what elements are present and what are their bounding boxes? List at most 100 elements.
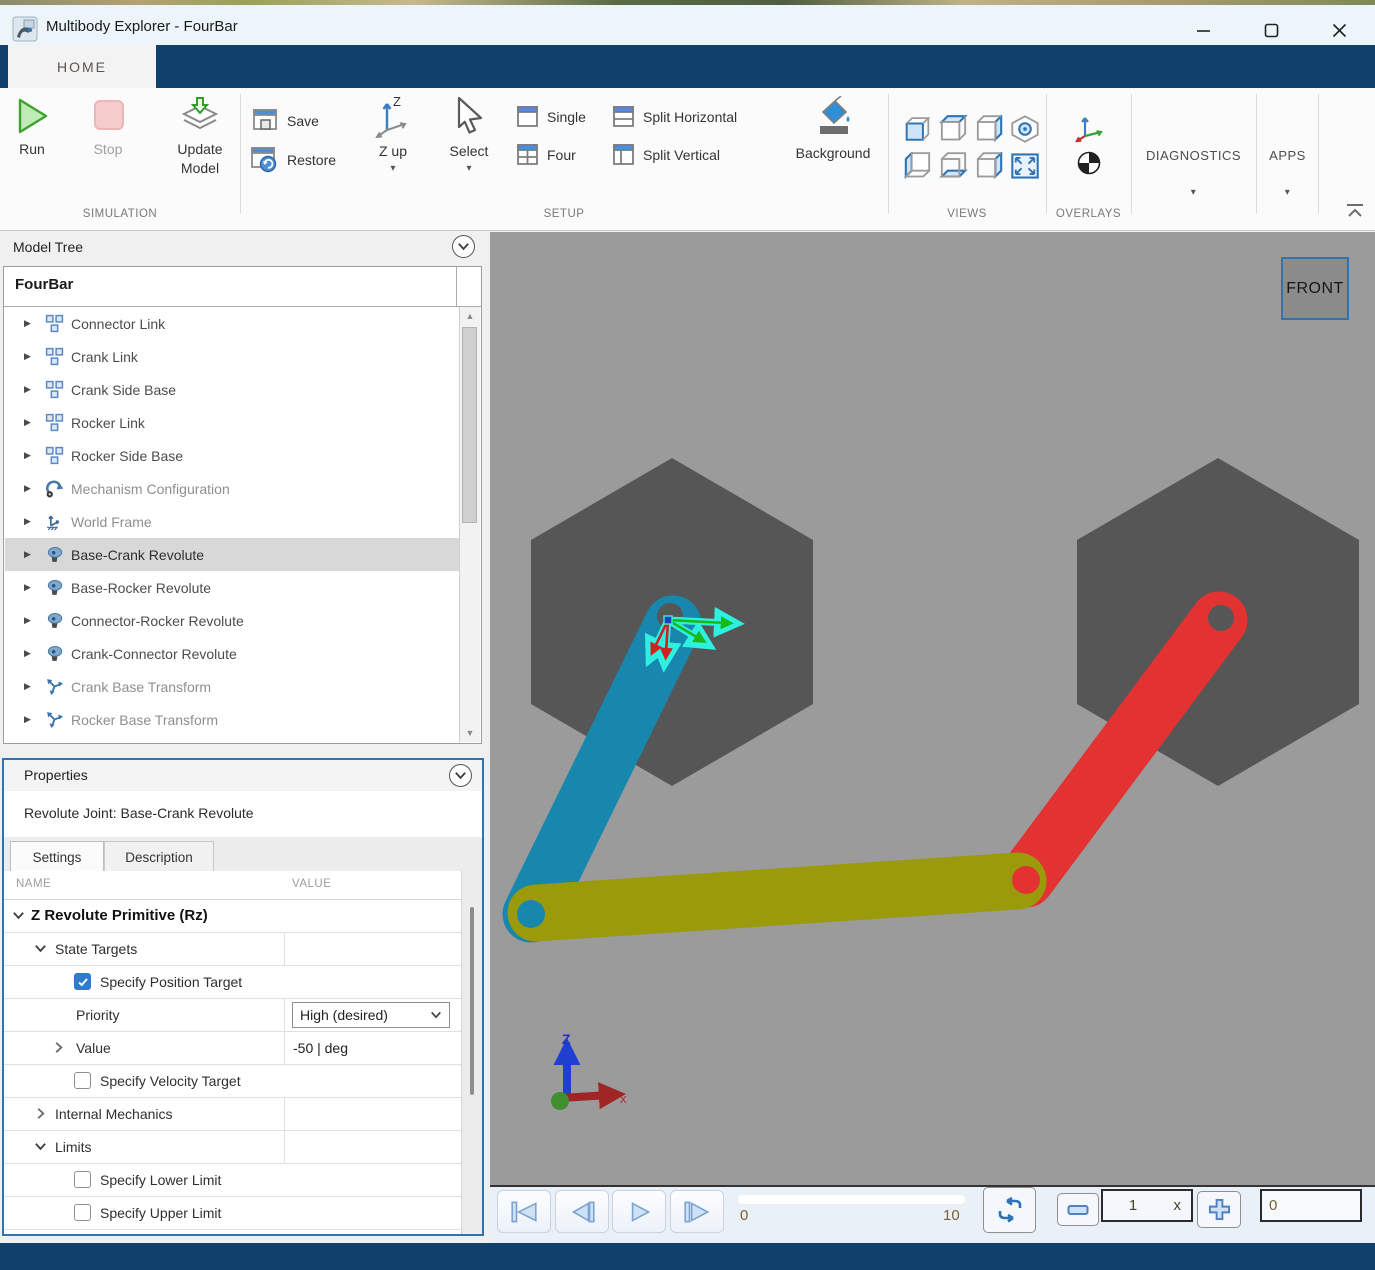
tab-description[interactable]: Description <box>104 841 214 872</box>
diagnostics-button[interactable]: DIAGNOSTICS ▾ <box>1136 148 1251 198</box>
tree-item-world-frame[interactable]: ▶ World Frame <box>5 505 460 538</box>
slow-down-button[interactable] <box>1057 1193 1099 1226</box>
checkbox-unchecked[interactable] <box>74 1204 91 1221</box>
model-tree-collapse-button[interactable] <box>452 235 475 258</box>
save-button[interactable]: Save <box>252 108 319 133</box>
view-bottom-button[interactable] <box>938 152 969 180</box>
tree-item-base-rocker-revolute[interactable]: ▶ Base-Rocker Revolute <box>5 571 460 604</box>
row-priority[interactable]: Priority High (desired) <box>4 998 462 1032</box>
view-fit-button[interactable] <box>1010 152 1040 180</box>
row-specify-velocity-target[interactable]: Specify Velocity Target <box>4 1064 462 1098</box>
play-button[interactable] <box>612 1190 666 1233</box>
view-right-button[interactable] <box>974 152 1005 180</box>
time-slider[interactable] <box>738 1195 965 1204</box>
expand-arrow-icon[interactable]: ▶ <box>24 351 36 362</box>
expand-arrow-icon[interactable]: ▶ <box>24 714 36 725</box>
tree-item-rocker-base-transform[interactable]: ▶ Rocker Base Transform <box>5 703 460 736</box>
expand-arrow-icon[interactable]: ▶ <box>24 582 36 593</box>
properties-scrollbar-thumb[interactable] <box>470 907 474 1095</box>
tree-scrollbar-thumb[interactable] <box>462 327 477 523</box>
scroll-up-icon[interactable]: ▲ <box>460 311 480 321</box>
playback-speed-field[interactable]: 1 x <box>1101 1189 1193 1222</box>
minimize-button[interactable] <box>1180 10 1226 50</box>
view-top-button[interactable] <box>938 115 969 143</box>
checkbox-unchecked[interactable] <box>74 1072 91 1089</box>
tree-item-rocker-link[interactable]: ▶ Rocker Link <box>5 406 460 439</box>
background-button[interactable]: Background <box>783 96 883 163</box>
step-forward-button[interactable] <box>670 1190 724 1233</box>
select-button[interactable]: Select ▾ <box>440 96 498 174</box>
expand-arrow-icon[interactable]: ▶ <box>24 648 36 659</box>
value-text[interactable]: -50 | deg <box>293 1040 348 1056</box>
checkbox-checked[interactable] <box>74 973 91 990</box>
tree-scrollbar[interactable]: ▲ ▼ <box>459 307 480 742</box>
tree-item-connector-rocker-revolute[interactable]: ▶ Connector-Rocker Revolute <box>5 604 460 637</box>
properties-scrollbar[interactable] <box>461 871 482 1234</box>
model-tree-root-row[interactable]: FourBar <box>4 267 481 307</box>
view-left-button[interactable] <box>902 152 933 180</box>
row-z-revolute-primitive[interactable]: Z Revolute Primitive (Rz) <box>4 899 462 933</box>
frames-overlay-button[interactable] <box>1072 110 1106 144</box>
apps-button[interactable]: APPS ▾ <box>1260 148 1315 198</box>
tree-item-crank-link[interactable]: ▶ Crank Link <box>5 340 460 373</box>
scroll-down-icon[interactable]: ▼ <box>460 728 480 738</box>
tree-item-base-crank-revolute[interactable]: ▶ Base-Crank Revolute <box>5 538 460 571</box>
row-specify-position-target[interactable]: Specify Position Target <box>4 965 462 999</box>
view-front-button[interactable] <box>902 117 933 143</box>
split-vertical-button[interactable]: Split Vertical <box>612 143 720 166</box>
tree-item-crank-connector-revolute[interactable]: ▶ Crank-Connector Revolute <box>5 637 460 670</box>
properties-collapse-button[interactable] <box>449 764 472 787</box>
collapse-ribbon-button[interactable] <box>1344 203 1366 219</box>
view-orientation-cube[interactable]: FRONT <box>1281 257 1349 320</box>
row-specify-lower-limit[interactable]: Specify Lower Limit <box>4 1163 462 1197</box>
layout-four-button[interactable]: Four <box>516 143 576 166</box>
tree-item-crank-side-base[interactable]: ▶ Crank Side Base <box>5 373 460 406</box>
stop-button[interactable]: Stop <box>82 96 134 159</box>
split-horizontal-button[interactable]: Split Horizontal <box>612 105 737 128</box>
loop-button[interactable] <box>983 1187 1036 1233</box>
view-isometric-button[interactable] <box>1010 115 1040 143</box>
row-internal-mechanics[interactable]: Internal Mechanics <box>4 1097 462 1131</box>
update-model-button[interactable]: Update Model <box>160 96 240 178</box>
speed-up-button[interactable] <box>1197 1191 1241 1228</box>
expand-arrow-icon[interactable]: ▶ <box>24 318 36 329</box>
row-value[interactable]: Value -50 | deg <box>4 1031 462 1065</box>
run-button[interactable]: Run <box>6 96 58 159</box>
chevron-right-icon[interactable] <box>34 1107 47 1120</box>
restore-button[interactable]: Restore <box>250 146 336 174</box>
expand-arrow-icon[interactable]: ▶ <box>24 681 36 692</box>
close-button[interactable] <box>1316 10 1362 50</box>
checkbox-unchecked[interactable] <box>74 1171 91 1188</box>
row-state-targets[interactable]: State Targets <box>4 932 462 966</box>
expand-arrow-icon[interactable]: ▶ <box>24 417 36 428</box>
expand-arrow-icon[interactable]: ▶ <box>24 549 36 560</box>
priority-dropdown[interactable]: High (desired) <box>292 1001 450 1028</box>
z-up-button[interactable]: Z Z up ▾ <box>366 96 420 174</box>
tree-item-crank-base-transform[interactable]: ▶ Crank Base Transform <box>5 670 460 703</box>
current-time-field[interactable]: 0 <box>1260 1189 1362 1222</box>
chevron-down-icon[interactable] <box>34 1140 47 1153</box>
row-specify-upper-limit[interactable]: Specify Upper Limit <box>4 1196 462 1230</box>
expand-arrow-icon[interactable]: ▶ <box>24 483 36 494</box>
viewport-3d[interactable]: Z x FRONT <box>490 232 1375 1185</box>
layout-single-button[interactable]: Single <box>516 105 586 128</box>
chevron-down-icon[interactable] <box>34 942 47 955</box>
tab-home[interactable]: HOME <box>8 45 156 88</box>
tree-item-connector-link[interactable]: ▶ Connector Link <box>5 307 460 340</box>
expand-arrow-icon[interactable]: ▶ <box>24 450 36 461</box>
maximize-button[interactable] <box>1248 10 1294 50</box>
expand-arrow-icon[interactable]: ▶ <box>24 516 36 527</box>
triad-z-label: Z <box>562 1031 571 1047</box>
tab-settings[interactable]: Settings <box>10 841 104 872</box>
tree-item-mechanism-configuration[interactable]: ▶ Mechanism Configuration <box>5 472 460 505</box>
row-limits[interactable]: Limits <box>4 1130 462 1164</box>
expand-arrow-icon[interactable]: ▶ <box>24 615 36 626</box>
center-of-mass-overlay-button[interactable] <box>1076 150 1102 176</box>
step-back-button[interactable] <box>555 1190 609 1233</box>
chevron-right-icon[interactable] <box>52 1041 65 1054</box>
tree-item-rocker-side-base[interactable]: ▶ Rocker Side Base <box>5 439 460 472</box>
chevron-down-icon[interactable] <box>12 909 25 922</box>
go-to-start-button[interactable] <box>497 1190 551 1233</box>
expand-arrow-icon[interactable]: ▶ <box>24 384 36 395</box>
view-side-button[interactable] <box>974 115 1005 143</box>
